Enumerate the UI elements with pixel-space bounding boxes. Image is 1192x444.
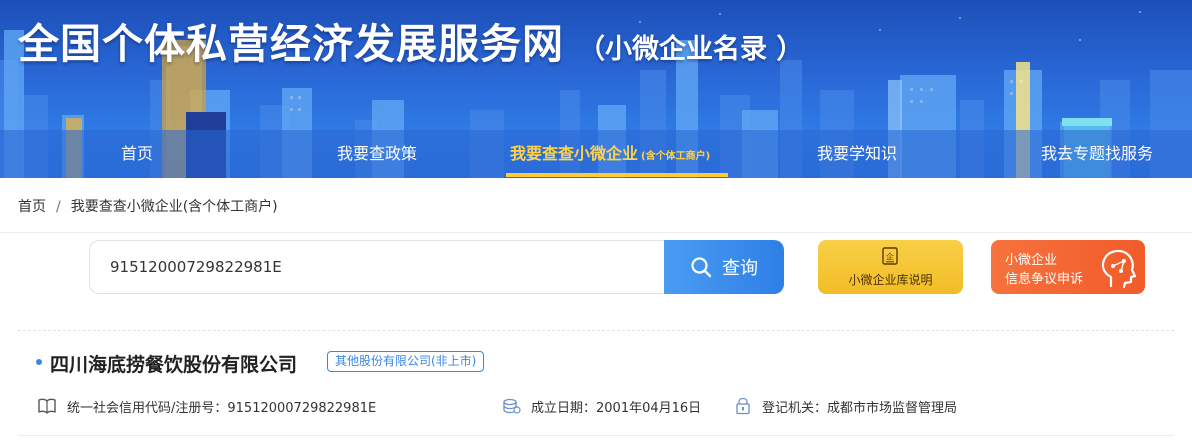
svg-text:企: 企 bbox=[886, 252, 894, 262]
section-divider bbox=[18, 330, 1174, 331]
site-title-main: 全国个体私营经济发展服务网 bbox=[18, 20, 564, 68]
nav-item-enterprise-search-suffix: (含个体工商户) bbox=[641, 151, 711, 162]
search-button[interactable]: 查询 bbox=[664, 240, 784, 294]
nav-item-enterprise-search[interactable]: 我要查查小微企业 (含个体工商户) bbox=[510, 130, 710, 178]
book-icon bbox=[38, 398, 56, 414]
company-type-badge: 其他股份有限公司(非上市) bbox=[327, 351, 485, 372]
nav-active-indicator bbox=[506, 173, 728, 177]
site-title: 全国个体私营经济发展服务网 （小微企业名录 ） bbox=[18, 10, 804, 68]
result-divider bbox=[18, 435, 1174, 436]
registry-authority-text: 登记机关：成都市市场监督管理局 bbox=[762, 400, 958, 416]
result-item: 四川海底捞餐饮股份有限公司 其他股份有限公司(非上市) 统一社会信用代码/注册号… bbox=[0, 340, 1192, 444]
dispute-label-line2: 信息争议申诉 bbox=[1005, 272, 1084, 287]
breadcrumb-current: 我要查查小微企业(含个体工商户) bbox=[70, 199, 278, 215]
library-info-label: 小微企业库说明 bbox=[848, 273, 933, 287]
main-nav: 首页 我要查政策 我要查查小微企业 (含个体工商户) 我要学知识 我去专题找服务 bbox=[0, 130, 1192, 178]
search-box bbox=[89, 240, 666, 294]
nav-item-enterprise-search-label: 我要查查小微企业 bbox=[510, 144, 639, 163]
breadcrumb-home[interactable]: 首页 bbox=[18, 199, 46, 215]
nav-item-topic-services[interactable]: 我去专题找服务 bbox=[1041, 130, 1153, 178]
breadcrumb-separator: / bbox=[56, 199, 61, 215]
nav-item-knowledge[interactable]: 我要学知识 bbox=[817, 130, 897, 178]
established-date-text: 成立日期：2001年04月16日 bbox=[531, 400, 702, 416]
breadcrumb-divider bbox=[0, 232, 1192, 233]
page-root: 全国个体私营经济发展服务网 （小微企业名录 ） 首页 我要查政策 我要查查小微企… bbox=[0, 0, 1192, 444]
dispute-appeal-button[interactable]: 小微企业 信息争议申诉 bbox=[991, 240, 1145, 294]
search-button-label: 查询 bbox=[722, 258, 758, 279]
company-name-link[interactable]: 四川海底捞餐饮股份有限公司 bbox=[50, 350, 297, 377]
registry-authority-meta: 登记机关：成都市市场监督管理局 bbox=[734, 396, 957, 416]
head-profile-icon bbox=[1101, 249, 1137, 289]
coins-icon bbox=[503, 398, 521, 414]
established-date-meta: 成立日期：2001年04月16日 bbox=[501, 396, 701, 416]
nav-item-home[interactable]: 首页 bbox=[121, 130, 153, 178]
credit-code-text: 统一社会信用代码/注册号：91512000729822981E bbox=[67, 400, 377, 416]
nav-item-policy[interactable]: 我要查政策 bbox=[337, 130, 417, 178]
library-info-button[interactable]: 企 小微企业库说明 bbox=[818, 240, 963, 294]
search-icon bbox=[691, 257, 712, 278]
result-bullet bbox=[36, 359, 42, 365]
header-banner: 全国个体私营经济发展服务网 （小微企业名录 ） 首页 我要查政策 我要查查小微企… bbox=[0, 0, 1192, 178]
dispute-label-line1: 小微企业 bbox=[1005, 253, 1058, 268]
search-input[interactable] bbox=[90, 241, 666, 293]
breadcrumb: 首页 / 我要查查小微企业(含个体工商户) bbox=[18, 196, 278, 218]
credit-code-meta: 统一社会信用代码/注册号：91512000729822981E bbox=[37, 396, 376, 416]
building-lock-icon bbox=[736, 397, 750, 415]
site-title-subtitle: （小微企业名录 ） bbox=[578, 34, 804, 65]
document-icon: 企 bbox=[882, 247, 898, 265]
